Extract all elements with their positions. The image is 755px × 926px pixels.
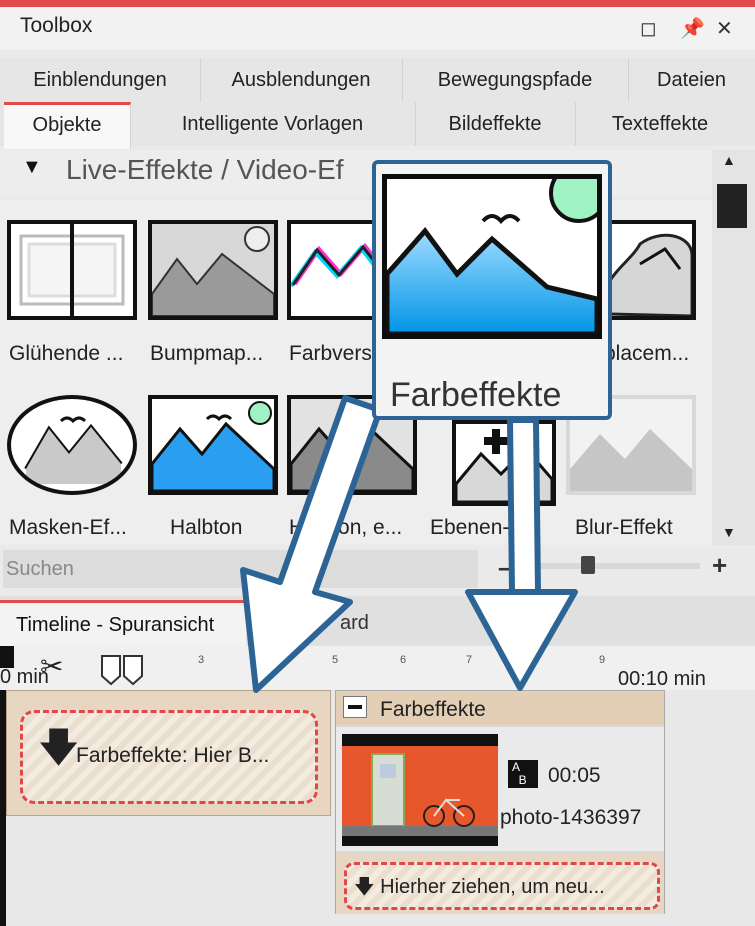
overlay-label: Farbeffekte	[390, 376, 562, 414]
drag-arrows	[240, 395, 578, 693]
color-effect-icon	[382, 174, 602, 339]
